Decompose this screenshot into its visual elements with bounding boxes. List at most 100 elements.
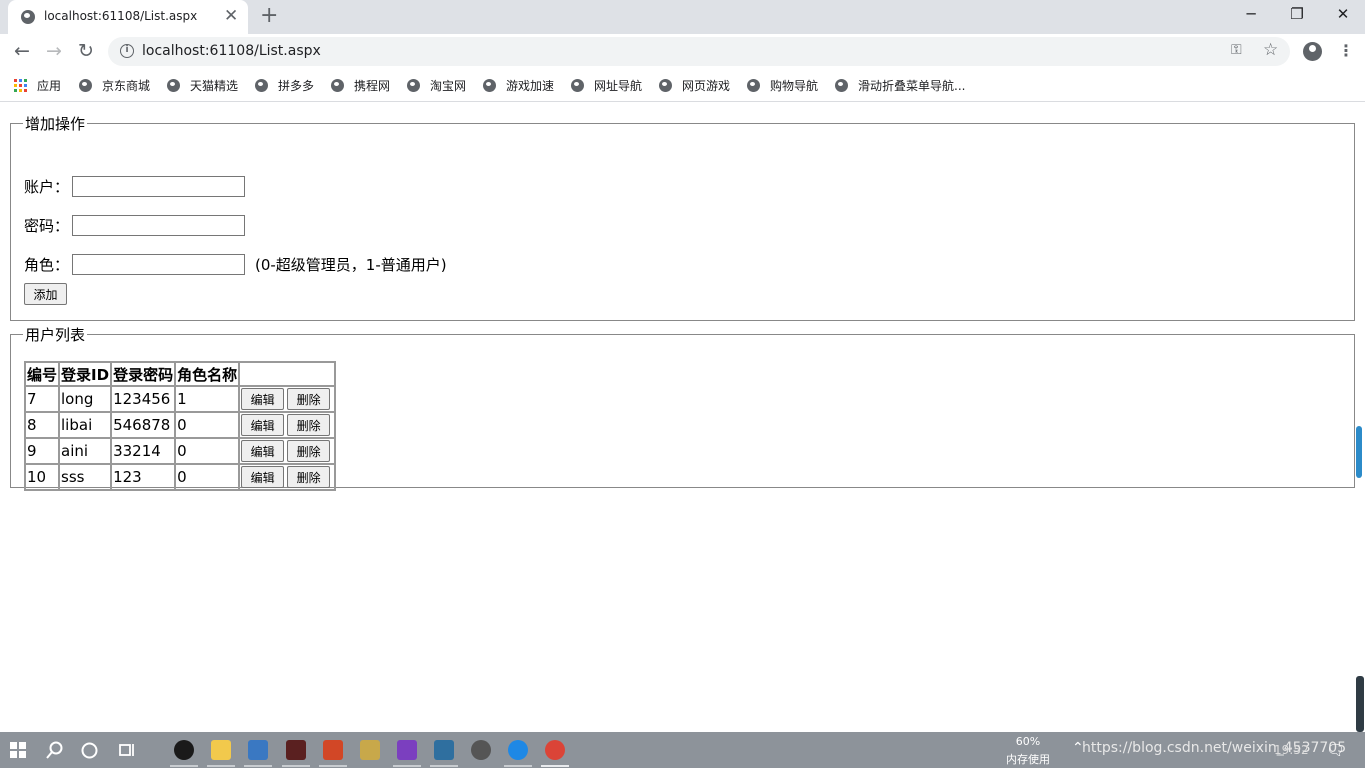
- globe-icon: [167, 79, 180, 92]
- editor-icon[interactable]: [248, 740, 268, 760]
- delete-button[interactable]: 删除: [287, 414, 331, 436]
- globe-icon: [483, 79, 496, 92]
- bookmark-label: 拼多多: [278, 79, 315, 93]
- address-bar[interactable]: i localhost:61108/List.aspx ⚿ ☆: [108, 37, 1290, 66]
- bookmark-item[interactable]: 网址导航: [571, 77, 642, 94]
- close-tab-icon[interactable]: ✕: [224, 7, 238, 25]
- window-app-icon[interactable]: [434, 740, 454, 760]
- add-user-fieldset: 增加操作 账户： 密码： 角色： (0-超级管理员，1-普通用户) 添加: [10, 113, 1355, 321]
- url-text[interactable]: localhost:61108/List.aspx: [142, 43, 321, 59]
- bookmark-label: 天猫精选: [190, 79, 239, 93]
- cell-role: 0: [175, 464, 240, 490]
- account-input[interactable]: [72, 176, 245, 197]
- table-header-row: 编号 登录ID 登录密码 角色名称: [25, 362, 336, 386]
- bookmark-label: 购物导航: [770, 79, 819, 93]
- column-header: 登录密码: [111, 362, 176, 386]
- bookmark-item[interactable]: 携程网: [331, 77, 390, 94]
- user-list-fieldset: 用户列表 编号 登录ID 登录密码 角色名称 7 long 123456 1 编…: [10, 324, 1355, 491]
- bookmark-item[interactable]: 京东商城: [79, 77, 150, 94]
- password-input[interactable]: [72, 215, 245, 236]
- user-list-legend: 用户列表: [25, 326, 86, 344]
- memory-percent: 60%: [1015, 735, 1041, 748]
- clock[interactable]: 19:52: [1274, 743, 1309, 757]
- browser-tab[interactable]: localhost:61108/List.aspx ✕: [8, 0, 248, 34]
- reload-button[interactable]: ↻: [75, 40, 97, 62]
- key-icon[interactable]: ⚿: [1231, 42, 1242, 58]
- delete-button[interactable]: 删除: [287, 440, 331, 462]
- role-label: 角色：: [24, 256, 70, 274]
- menu-icon[interactable]: ⋮: [1338, 41, 1354, 60]
- edit-button[interactable]: 编辑: [241, 440, 285, 462]
- globe-icon: [835, 79, 848, 92]
- memory-label: 内存使用: [1006, 753, 1050, 766]
- chrome-icon[interactable]: [545, 740, 565, 760]
- file-explorer-icon[interactable]: [211, 740, 231, 760]
- cell-role: 0: [175, 438, 240, 464]
- notification-icon[interactable]: 🗨: [1326, 741, 1345, 759]
- cell-actions: 编辑 删除: [239, 438, 336, 464]
- powerpoint-icon[interactable]: [323, 740, 343, 760]
- edit-button[interactable]: 编辑: [241, 466, 285, 488]
- globe-icon: [255, 79, 268, 92]
- restore-button[interactable]: ❐: [1287, 5, 1307, 23]
- cell-actions: 编辑 删除: [239, 464, 336, 490]
- bookmark-apps[interactable]: 应用: [14, 77, 61, 94]
- search-icon[interactable]: [46, 741, 64, 759]
- video-icon[interactable]: [286, 740, 306, 760]
- qq-icon[interactable]: [174, 740, 194, 760]
- bookmark-item[interactable]: 网页游戏: [659, 77, 730, 94]
- tab-strip: localhost:61108/List.aspx ✕ + ─ ❐ ✕: [0, 0, 1365, 34]
- browser-toolbar: ← → ↻ i localhost:61108/List.aspx ⚿ ☆: [0, 34, 1365, 70]
- forward-button[interactable]: →: [43, 40, 65, 62]
- bookmark-item[interactable]: 拼多多: [255, 77, 314, 94]
- star-icon[interactable]: ☆: [1263, 40, 1278, 60]
- role-input[interactable]: [72, 254, 245, 275]
- bookmark-item[interactable]: 淘宝网: [407, 77, 466, 94]
- bookmark-label: 滑动折叠菜单导航...: [858, 79, 966, 93]
- cell-actions: 编辑 删除: [239, 386, 336, 412]
- bookmark-item[interactable]: 购物导航: [747, 77, 818, 94]
- bookmark-item[interactable]: 滑动折叠菜单导航...: [835, 77, 965, 94]
- browser-app-icon[interactable]: [508, 740, 528, 760]
- table-row: 9 aini 33214 0 编辑 删除: [25, 438, 336, 464]
- delete-button[interactable]: 删除: [287, 388, 331, 410]
- task-view-icon[interactable]: [117, 742, 135, 758]
- running-indicator: [393, 765, 421, 767]
- bookmark-label: 携程网: [354, 79, 391, 93]
- globe-icon: [659, 79, 672, 92]
- add-button[interactable]: 添加: [24, 283, 67, 305]
- profile-icon[interactable]: [1303, 42, 1322, 61]
- game-icon[interactable]: [471, 740, 491, 760]
- scroll-indicator[interactable]: [1356, 426, 1362, 478]
- minimize-button[interactable]: ─: [1241, 5, 1261, 23]
- table-row: 10 sss 123 0 编辑 删除: [25, 464, 336, 490]
- info-icon[interactable]: i: [120, 44, 134, 58]
- running-indicator: [244, 765, 272, 767]
- account-label: 账户：: [24, 178, 70, 196]
- bookmark-label: 淘宝网: [430, 79, 467, 93]
- table-row: 8 libai 546878 0 编辑 删除: [25, 412, 336, 438]
- password-label: 密码：: [24, 217, 70, 235]
- cell-actions: 编辑 删除: [239, 412, 336, 438]
- cortana-icon[interactable]: [81, 742, 98, 759]
- side-panel-handle[interactable]: [1356, 676, 1364, 732]
- cell-password: 123: [111, 464, 176, 490]
- tab-title: localhost:61108/List.aspx: [44, 9, 198, 23]
- edit-button[interactable]: 编辑: [241, 414, 285, 436]
- visual-studio-icon[interactable]: [397, 740, 417, 760]
- cell-id: 9: [25, 438, 60, 464]
- close-window-button[interactable]: ✕: [1333, 5, 1353, 23]
- globe-icon: [407, 79, 420, 92]
- edit-button[interactable]: 编辑: [241, 388, 285, 410]
- windows-start-icon[interactable]: [10, 742, 26, 758]
- new-tab-button[interactable]: +: [260, 4, 278, 28]
- taskbar: 60% 内存使用 ⌃ https://blog.csdn.net/weixin_…: [0, 732, 1365, 768]
- back-button[interactable]: ←: [11, 40, 33, 62]
- database-icon[interactable]: [360, 740, 380, 760]
- column-header: 登录ID: [59, 362, 112, 386]
- cell-password: 546878: [111, 412, 176, 438]
- bookmark-item[interactable]: 天猫精选: [167, 77, 238, 94]
- bookmark-item[interactable]: 游戏加速: [483, 77, 554, 94]
- cell-role: 1: [175, 386, 240, 412]
- delete-button[interactable]: 删除: [287, 466, 331, 488]
